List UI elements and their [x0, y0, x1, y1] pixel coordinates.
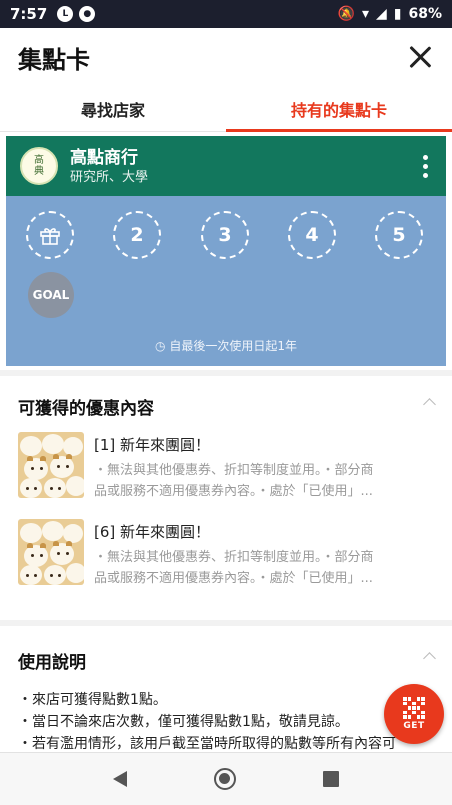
- close-icon[interactable]: [406, 43, 434, 71]
- stamp-area: 2 3 4 5 GOAL ◷ 自最後一次使用日起1年: [6, 196, 446, 366]
- chevron-up-icon[interactable]: [423, 398, 436, 411]
- line-app-icon: L: [57, 6, 74, 22]
- coupon-item[interactable]: [6] 新年來團圓！ ・無法與其他優惠券、折扣等制度並用。・部分商 品或服務不適…: [18, 519, 434, 591]
- logo-char-1: 高: [34, 155, 44, 166]
- qr-code-icon: [403, 697, 425, 719]
- stamp-slot: 3: [201, 211, 249, 259]
- chevron-up-icon[interactable]: [423, 652, 436, 665]
- coupon-desc-line: ・無法與其他優惠券、折扣等制度並用。・部分商: [94, 550, 374, 565]
- instructions-list: ・來店可獲得點數1點。 ・當日不論來店次數，僅可獲得點數1點，敬請見諒。 ・若有…: [18, 689, 438, 755]
- stamp-slot: 4: [288, 211, 336, 259]
- benefits-title: 可獲得的優惠內容: [18, 399, 154, 419]
- status-icons: 🔕 ▾ ◢ ▮ 68%: [338, 6, 442, 22]
- coupon-item[interactable]: [1] 新年來團圓！ ・無法與其他優惠券、折扣等制度並用。・部分商 品或服務不適…: [18, 432, 434, 504]
- page-title: 集點卡: [18, 45, 90, 74]
- get-label: GET: [403, 721, 425, 731]
- point-card[interactable]: 高 典 高點商行 研究所、大學 2 3 4 5 GOAL ◷ 自最後一次使用日起…: [6, 136, 446, 366]
- goal-badge: GOAL: [28, 272, 74, 318]
- battery-percent: 68%: [408, 6, 442, 22]
- card-header: 高 典 高點商行 研究所、大學: [6, 136, 446, 196]
- mute-icon: 🔕: [337, 6, 355, 22]
- more-options-icon[interactable]: [419, 151, 432, 182]
- app-header: 集點卡: [0, 28, 452, 86]
- system-nav-bar: [0, 752, 452, 805]
- tab-find-shops[interactable]: 尋找店家: [0, 86, 226, 131]
- coupon-title: [6] 新年來團圓！: [94, 523, 211, 541]
- stamp-slot: 5: [375, 211, 423, 259]
- gift-icon: [40, 228, 60, 245]
- coupon-description: ・無法與其他優惠券、折扣等制度並用。・部分商 品或服務不適用優惠券內容。・處於「…: [94, 460, 434, 502]
- shop-logo: 高 典: [20, 147, 58, 185]
- coupon-thumbnail: [18, 519, 84, 585]
- get-qr-button[interactable]: GET: [384, 684, 444, 744]
- tab-bar: 尋找店家 持有的集點卡: [0, 86, 452, 132]
- back-icon[interactable]: [113, 771, 128, 787]
- coupon-thumbnail: [18, 432, 84, 498]
- logo-char-2: 典: [34, 166, 44, 177]
- instruction-line: ・當日不論來店次數，僅可獲得點數1點，敬請見諒。: [18, 714, 349, 730]
- validity-note: ◷ 自最後一次使用日起1年: [6, 337, 446, 354]
- coupon-desc-line: 品或服務不適用優惠券內容。・處於「已使用」...: [94, 571, 373, 586]
- battery-icon: ▮: [393, 6, 402, 22]
- stamp-slot: 2: [113, 211, 161, 259]
- wifi-icon: ▾: [361, 6, 369, 22]
- status-bar: 7:57 L ● 🔕 ▾ ◢ ▮ 68%: [0, 0, 452, 28]
- section-divider: [0, 620, 452, 626]
- coupon-desc-line: 品或服務不適用優惠券內容。・處於「已使用」...: [94, 484, 373, 499]
- instruction-line: ・來店可獲得點數1點。: [18, 692, 167, 708]
- status-time: 7:57: [10, 5, 48, 23]
- tab-my-point-cards[interactable]: 持有的集點卡: [226, 86, 452, 132]
- home-icon[interactable]: [213, 768, 236, 790]
- shop-category: 研究所、大學: [70, 169, 149, 185]
- validity-text: 自最後一次使用日起1年: [169, 339, 297, 353]
- coupon-title: [1] 新年來團圓！: [94, 436, 211, 454]
- clock-icon: ◷: [155, 339, 166, 353]
- notification-app-icon: ●: [79, 6, 96, 22]
- shop-name: 高點商行: [70, 147, 138, 168]
- coupon-description: ・無法與其他優惠券、折扣等制度並用。・部分商 品或服務不適用優惠券內容。・處於「…: [94, 547, 434, 589]
- recent-apps-icon[interactable]: [322, 771, 339, 787]
- gift-stamp: [26, 211, 74, 259]
- instructions-title: 使用說明: [18, 653, 86, 673]
- signal-icon: ◢: [375, 6, 387, 22]
- coupon-desc-line: ・無法與其他優惠券、折扣等制度並用。・部分商: [94, 463, 374, 478]
- section-divider: [0, 370, 452, 376]
